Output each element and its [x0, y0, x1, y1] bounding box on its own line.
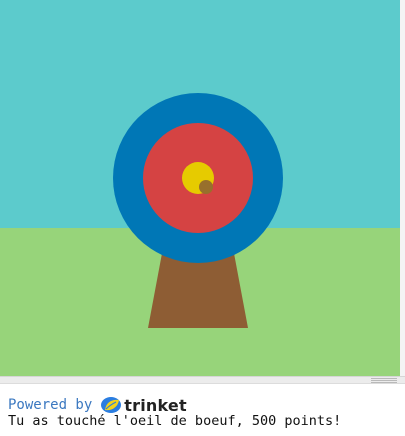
game-canvas[interactable] [0, 0, 400, 376]
panel-divider[interactable] [0, 376, 405, 384]
resize-grip-icon[interactable] [371, 378, 397, 383]
powered-by-bar[interactable]: Powered by trinket [8, 396, 187, 415]
arrow-hit-marker [199, 180, 213, 194]
canvas-scroll-edge [400, 0, 405, 376]
console-output-text: Tu as touché l'oeil de boeuf, 500 points… [8, 413, 342, 429]
output-panel: Powered by trinket Tu as touché l'oeil d… [0, 384, 405, 436]
trinket-embed: Powered by trinket Tu as touché l'oeil d… [0, 0, 405, 436]
powered-by-label[interactable]: Powered by [8, 397, 92, 413]
trinket-logo[interactable]: trinket [100, 396, 187, 415]
archery-scene[interactable] [0, 0, 400, 376]
trinket-brand-name[interactable]: trinket [124, 396, 187, 415]
trinket-leaf-logo-icon [101, 397, 122, 413]
